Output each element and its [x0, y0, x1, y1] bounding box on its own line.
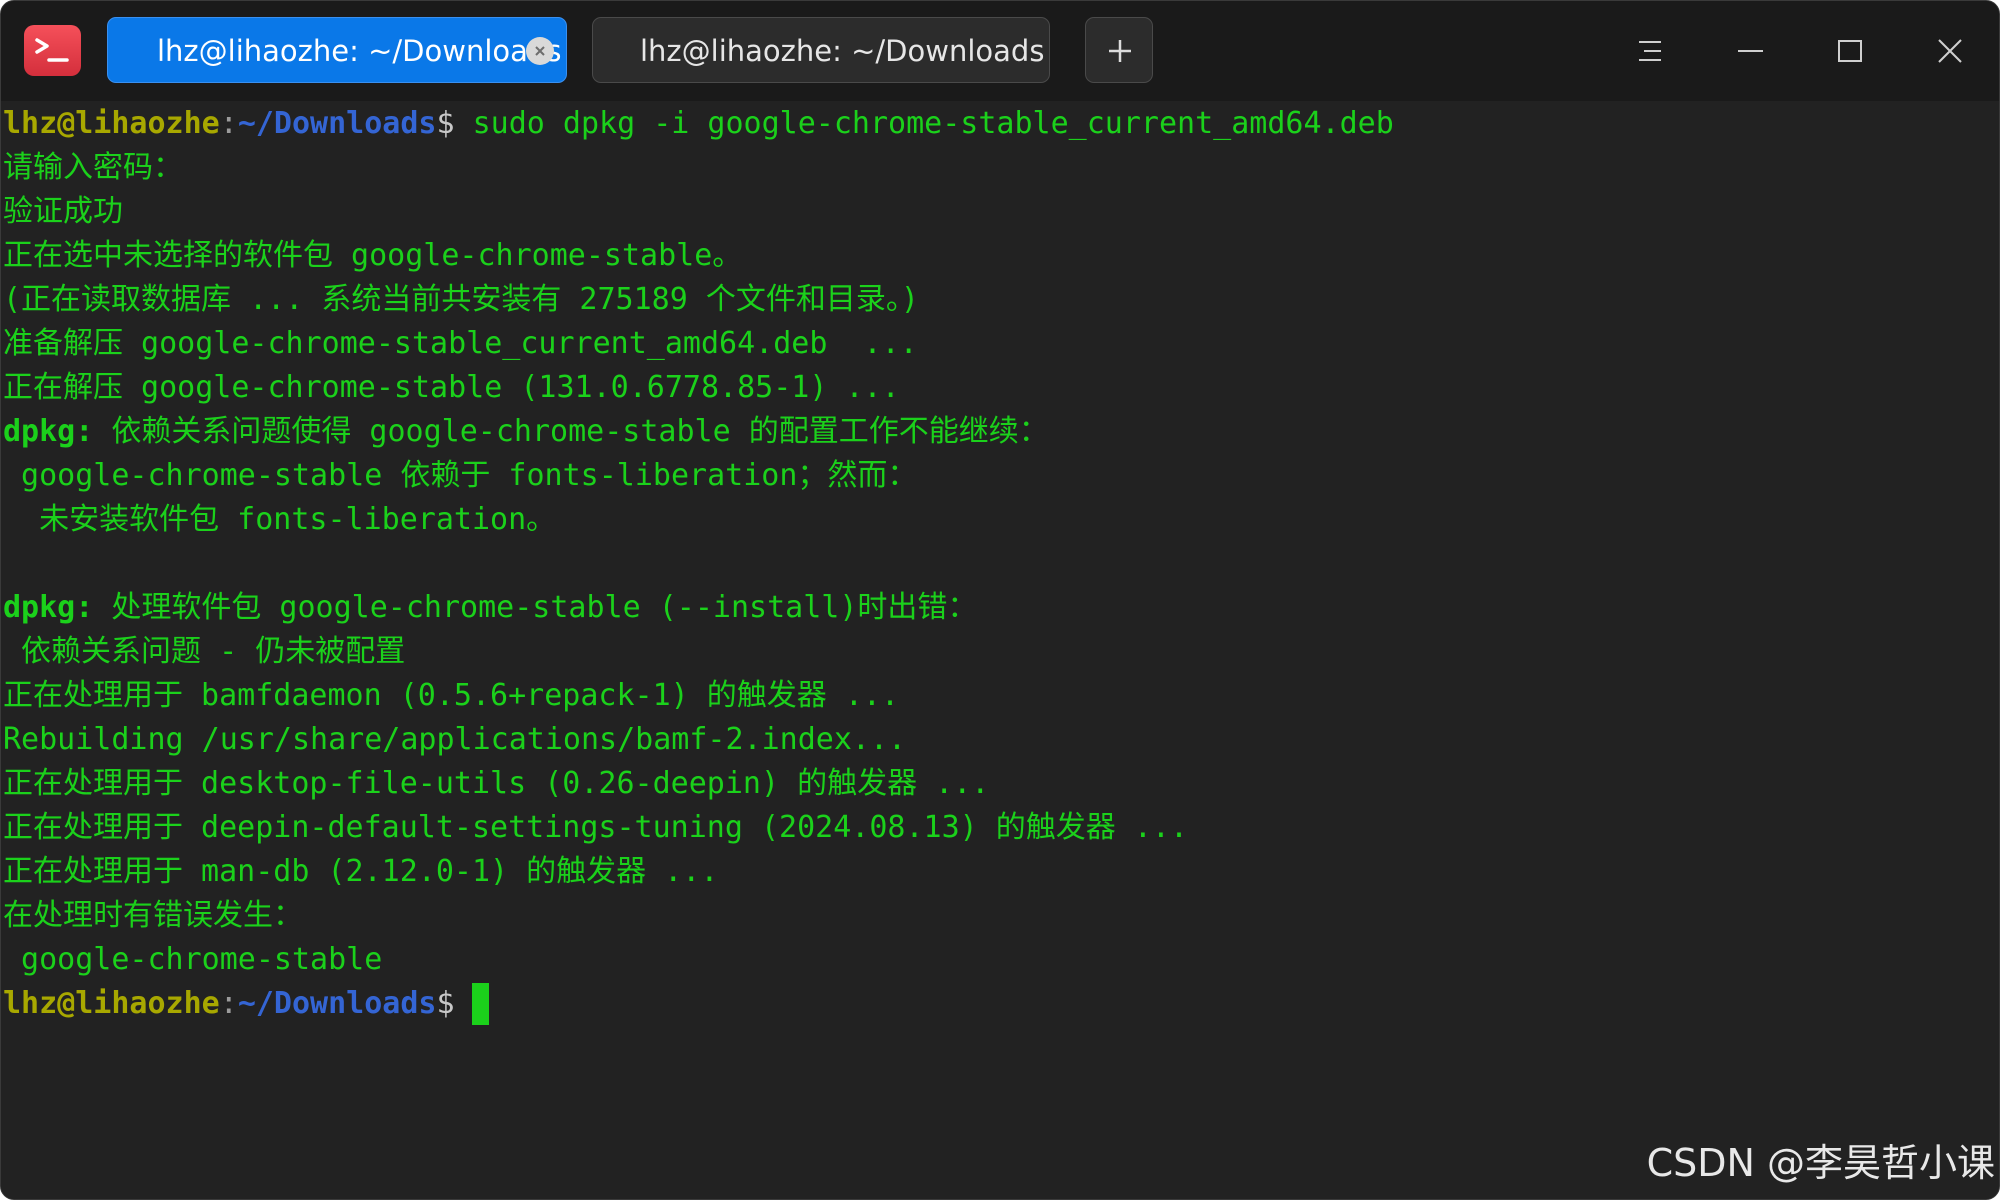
text-cursor: [472, 983, 489, 1025]
new-tab-button[interactable]: [1085, 17, 1153, 83]
output-line: 正在处理用于 deepin-default-settings-tuning (2…: [3, 810, 1189, 845]
plus-icon: [1109, 40, 1131, 62]
maximize-button[interactable]: [1825, 26, 1875, 76]
output-line: dpkg: 处理软件包 google-chrome-stable (--inst…: [3, 588, 977, 628]
output-line: 未安装软件包 fonts-liberation。: [3, 502, 557, 537]
output-line: google-chrome-stable 依赖于 fonts-liberatio…: [3, 458, 918, 493]
prompt-dollar: $: [436, 986, 455, 1021]
output-line: (正在读取数据库 ... 系统当前共安装有 275189 个文件和目录。): [3, 282, 919, 317]
close-window-button[interactable]: [1925, 26, 1975, 76]
output-line: 验证成功: [3, 194, 123, 229]
output-text: 处理软件包 google-chrome-stable (--install)时出…: [93, 590, 978, 625]
prompt-line: lhz@lihaozhe:~/Downloads$: [3, 984, 455, 1024]
prompt-line: lhz@lihaozhe:~/Downloads$ sudo dpkg -i g…: [3, 104, 1394, 144]
prompt-user-host: lhz@lihaozhe: [3, 106, 220, 141]
title-bar: lhz@lihaozhe: ~/Downloads lhz@lihaozhe: …: [1, 1, 1999, 101]
menu-button[interactable]: [1625, 26, 1675, 76]
prompt-separator: :: [219, 106, 238, 141]
prompt-dollar: $: [436, 106, 455, 141]
output-line: 正在处理用于 bamfdaemon (0.5.6+repack-1) 的触发器 …: [3, 678, 900, 713]
prompt-path: ~/Downloads: [237, 106, 437, 141]
tab-inactive[interactable]: lhz@lihaozhe: ~/Downloads: [592, 17, 1050, 83]
terminal-window: lhz@lihaozhe: ~/Downloads lhz@lihaozhe: …: [0, 0, 2000, 1200]
close-icon: [1938, 39, 1962, 63]
minimize-icon: [1738, 50, 1763, 52]
tab-label: lhz@lihaozhe: ~/Downloads: [157, 34, 562, 68]
prompt-path: ~/Downloads: [237, 986, 437, 1021]
output-line: dpkg: 依赖关系问题使得 google-chrome-stable 的配置工…: [3, 412, 1049, 452]
watermark: CSDN @李昊哲小课: [1646, 1141, 1995, 1185]
output-line: google-chrome-stable: [3, 942, 383, 977]
dpkg-label: dpkg:: [3, 590, 94, 625]
output-line: 正在选中未选择的软件包 google-chrome-stable。: [3, 238, 743, 273]
terminal-output[interactable]: lhz@lihaozhe:~/Downloads$ sudo dpkg -i g…: [1, 101, 1999, 1199]
prompt-user-host: lhz@lihaozhe: [3, 986, 220, 1021]
output-line: 正在处理用于 desktop-file-utils (0.26-deepin) …: [3, 766, 990, 801]
output-line: 请输入密码：: [3, 150, 183, 185]
minimize-button[interactable]: [1725, 26, 1775, 76]
tab-active[interactable]: lhz@lihaozhe: ~/Downloads: [107, 17, 567, 83]
maximize-icon: [1838, 40, 1862, 62]
output-line: 准备解压 google-chrome-stable_current_amd64.…: [3, 326, 918, 361]
close-icon[interactable]: [526, 37, 554, 65]
output-line: 正在处理用于 man-db (2.12.0-1) 的触发器 ...: [3, 854, 719, 889]
output-line: 正在解压 google-chrome-stable (131.0.6778.85…: [3, 370, 900, 405]
output-line: 在处理时有错误发生：: [3, 898, 303, 933]
output-text: 依赖关系问题使得 google-chrome-stable 的配置工作不能继续：: [93, 414, 1049, 449]
prompt-separator: :: [219, 986, 238, 1021]
tab-label: lhz@lihaozhe: ~/Downloads: [640, 34, 1045, 68]
menu-icon: [1639, 41, 1661, 61]
output-line: Rebuilding /usr/share/applications/bamf-…: [3, 722, 907, 757]
dpkg-label: dpkg:: [3, 414, 94, 449]
command-text: sudo dpkg -i google-chrome-stable_curren…: [454, 106, 1394, 141]
terminal-icon[interactable]: [24, 25, 81, 76]
output-line: 依赖关系问题 - 仍未被配置: [3, 634, 406, 669]
